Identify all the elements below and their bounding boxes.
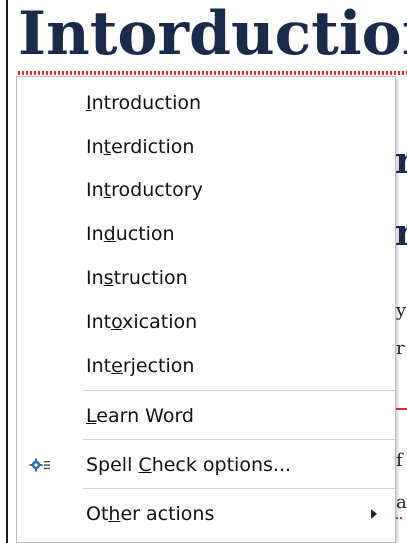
menu-separator xyxy=(83,488,395,489)
learn-word-item[interactable]: Learn Word xyxy=(17,394,395,438)
doc-underline-fragment xyxy=(396,408,407,410)
suggestion-label: Intoxication xyxy=(86,311,198,333)
menu-separator xyxy=(83,390,395,391)
submenu-arrow-icon xyxy=(371,509,377,519)
suggestion-item[interactable]: Introductory xyxy=(17,168,395,212)
other-actions-item[interactable]: Other actions xyxy=(17,492,395,536)
suggestion-label: Introductory xyxy=(86,179,203,201)
suggestion-item[interactable]: Interjection xyxy=(17,344,395,388)
document-page-border xyxy=(6,0,8,543)
doc-text-fragment: a xyxy=(396,492,407,513)
doc-text-fragment: r xyxy=(395,140,407,182)
suggestion-item[interactable]: Intoxication xyxy=(17,300,395,344)
suggestion-label: Induction xyxy=(86,223,175,245)
suggestion-label: Interdiction xyxy=(86,136,195,158)
other-actions-label: Other actions xyxy=(86,503,215,525)
spell-check-options-label: Spell Check options... xyxy=(86,454,292,476)
spell-check-context-menu: Introduction Interdiction Introductory I… xyxy=(16,76,396,543)
doc-text-fragment: r xyxy=(395,212,407,254)
doc-underline-fragment xyxy=(396,517,402,519)
menu-separator xyxy=(83,439,395,440)
document-heading[interactable]: Intorduction xyxy=(18,0,407,72)
doc-text-fragment: y xyxy=(396,300,407,321)
suggestion-item[interactable]: Interdiction xyxy=(17,125,395,169)
learn-word-label: Learn Word xyxy=(86,405,194,427)
suggestion-label: Instruction xyxy=(86,267,188,289)
doc-text-fragment: f xyxy=(396,450,403,471)
suggestion-label: Interjection xyxy=(86,355,195,377)
spell-check-options-item[interactable]: Spell Check options... xyxy=(17,443,395,487)
suggestion-label: Introduction xyxy=(86,92,202,114)
spelling-error-underline xyxy=(18,71,407,75)
suggestion-item[interactable]: Instruction xyxy=(17,256,395,300)
gear-list-icon xyxy=(29,458,50,472)
suggestion-item[interactable]: Introduction xyxy=(17,81,395,125)
doc-text-fragment: r xyxy=(396,338,405,359)
suggestion-item[interactable]: Induction xyxy=(17,212,395,256)
